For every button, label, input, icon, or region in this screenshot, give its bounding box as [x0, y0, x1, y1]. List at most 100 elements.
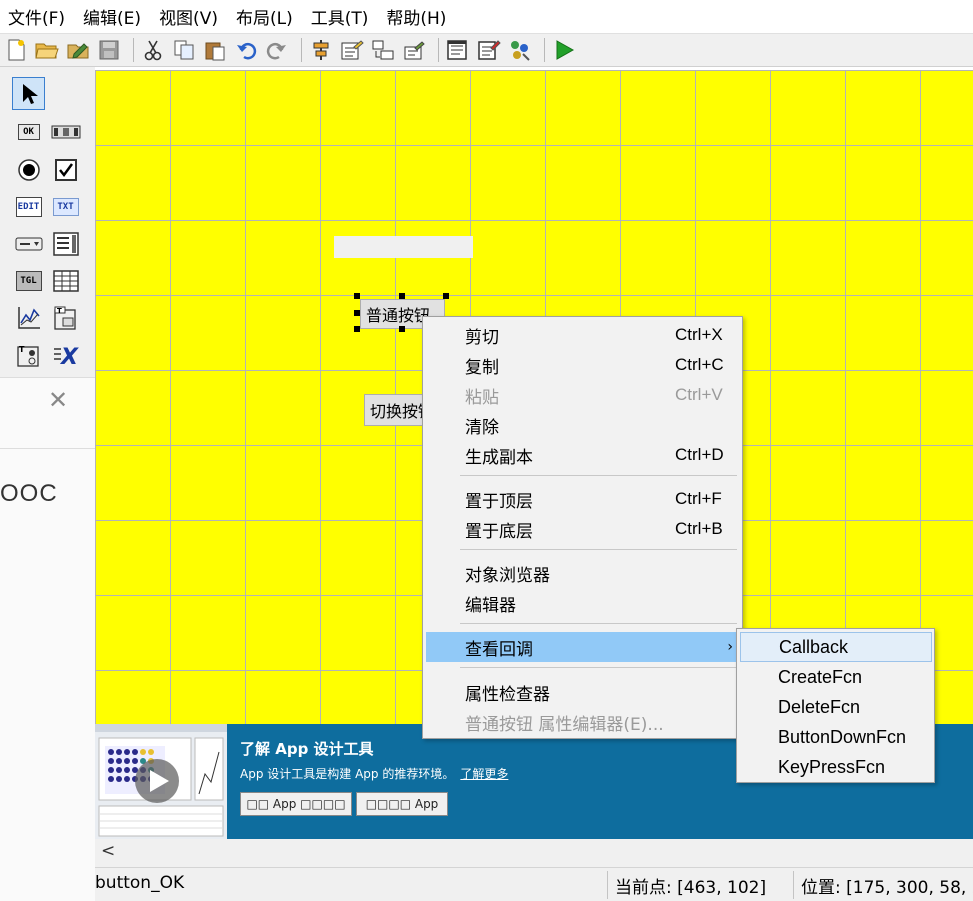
- menu-item-shortcut: Ctrl+C: [675, 355, 724, 374]
- static-text-tool[interactable]: TXT: [49, 190, 82, 223]
- select-arrow-icon[interactable]: [12, 77, 45, 110]
- run-icon[interactable]: [551, 37, 577, 63]
- learn-more-link[interactable]: 了解更多: [460, 767, 508, 781]
- submenu-item-createfcn[interactable]: CreateFcn: [740, 662, 932, 692]
- toolbar-editor-icon[interactable]: [401, 37, 427, 63]
- menu-item-duplicate[interactable]: 生成副本 Ctrl+D: [426, 440, 739, 470]
- align-icon[interactable]: [308, 37, 334, 63]
- menu-layout[interactable]: 布局(L): [236, 4, 293, 29]
- toggle-button-tool[interactable]: TGL: [12, 264, 45, 297]
- button-group-tool-icon[interactable]: T: [12, 338, 45, 371]
- menu-edit[interactable]: 编辑(E): [83, 4, 141, 29]
- selection-handle[interactable]: [443, 293, 449, 299]
- tgl-label: TGL: [15, 270, 42, 291]
- banner-description: App 设计工具是构建 App 的推荐环境。 了解更多: [240, 765, 508, 782]
- menu-item-label: 剪切: [465, 327, 499, 348]
- menu-item-property-inspector[interactable]: 属性检查器: [426, 677, 739, 707]
- submenu-item-buttondownfcn[interactable]: ButtonDownFcn: [740, 722, 932, 752]
- popup-menu-tool-icon[interactable]: [12, 227, 45, 260]
- slider-tool-icon[interactable]: [49, 115, 82, 148]
- selection-handle[interactable]: [354, 326, 360, 332]
- menu-item-shortcut: Ctrl+F: [675, 489, 722, 508]
- panel-text: OOC: [0, 480, 58, 507]
- current-point-field: 当前点: [463, 102]: [615, 878, 767, 898]
- selection-handle[interactable]: [354, 293, 360, 299]
- listbox-tool-icon[interactable]: [49, 227, 82, 260]
- txt-label: TXT: [52, 197, 79, 216]
- menu-item-label: 查看回调: [465, 639, 533, 660]
- copy-icon[interactable]: [171, 37, 197, 63]
- menu-item-copy[interactable]: 复制 Ctrl+C: [426, 350, 739, 380]
- new-file-icon[interactable]: [3, 37, 29, 63]
- edit-icon[interactable]: [65, 37, 91, 63]
- submenu-item-deletefcn[interactable]: DeleteFcn: [740, 692, 932, 722]
- edit-text-tool[interactable]: EDIT: [12, 190, 45, 223]
- menu-item-label: 属性检查器: [465, 684, 550, 705]
- mfile-editor-icon[interactable]: [445, 37, 471, 63]
- menu-separator: [460, 623, 737, 624]
- activex-tool-icon[interactable]: X: [49, 338, 82, 371]
- menu-separator: [460, 549, 737, 550]
- menu-item-editor[interactable]: 编辑器: [426, 588, 739, 618]
- menu-editor-icon[interactable]: [339, 37, 365, 63]
- selection-handle[interactable]: [399, 326, 405, 332]
- cut-icon[interactable]: [140, 37, 166, 63]
- save-icon[interactable]: [96, 37, 122, 63]
- menu-help[interactable]: 帮助(H): [386, 4, 446, 29]
- submenu-item-label: DeleteFcn: [778, 696, 861, 717]
- banner-button-primary[interactable]: □□ App □□□□: [240, 792, 352, 816]
- menu-separator: [460, 475, 737, 476]
- undo-icon[interactable]: [233, 37, 259, 63]
- edit-label: EDIT: [15, 196, 42, 217]
- close-icon[interactable]: ✕: [48, 386, 68, 414]
- menu-item-object-browser[interactable]: 对象浏览器: [426, 558, 739, 588]
- menu-item-property-editor[interactable]: 普通按钮 属性编辑器(E)...: [426, 707, 739, 737]
- object-browser-icon[interactable]: [507, 37, 533, 63]
- menu-item-label: 对象浏览器: [465, 565, 550, 586]
- menu-item-clear[interactable]: 清除: [426, 410, 739, 440]
- panel-divider: [0, 448, 95, 449]
- app-preview-thumbnail[interactable]: [95, 724, 227, 839]
- menu-file[interactable]: 文件(F): [8, 4, 65, 29]
- toolbar-separator: [301, 38, 302, 62]
- submenu-item-callback[interactable]: Callback: [740, 632, 932, 662]
- paste-icon[interactable]: [202, 37, 228, 63]
- property-inspector-icon[interactable]: [476, 37, 502, 63]
- toggle-button-control[interactable]: 切换按钮: [364, 394, 426, 426]
- selection-handle[interactable]: [399, 293, 405, 299]
- radio-button-tool-icon[interactable]: [12, 153, 45, 186]
- menu-bar: 文件(F) 编辑(E) 视图(V) 布局(L) 工具(T) 帮助(H): [0, 0, 973, 33]
- table-tool-icon[interactable]: [49, 264, 82, 297]
- menu-item-label: 置于底层: [465, 521, 533, 542]
- menu-item-shortcut: Ctrl+D: [675, 445, 724, 464]
- selection-handle[interactable]: [354, 310, 360, 316]
- menu-view[interactable]: 视图(V): [159, 4, 218, 29]
- menu-item-send-to-back[interactable]: 置于底层 Ctrl+B: [426, 514, 739, 544]
- push-button-label: 普通按钮: [366, 306, 431, 325]
- horizontal-scrollbar[interactable]: <: [95, 839, 973, 867]
- blank-uicontrol[interactable]: [334, 236, 473, 258]
- banner-button-secondary[interactable]: □□□□ App: [356, 792, 448, 816]
- menu-item-cut[interactable]: 剪切 Ctrl+X: [426, 320, 739, 350]
- open-folder-icon[interactable]: [34, 37, 60, 63]
- banner-description-text: App 设计工具是构建 App 的推荐环境。: [240, 767, 455, 781]
- menu-tools[interactable]: 工具(T): [311, 4, 369, 29]
- checkbox-tool-icon[interactable]: [49, 153, 82, 186]
- menu-item-shortcut: Ctrl+V: [675, 385, 723, 404]
- toolbar-separator: [438, 38, 439, 62]
- axes-tool-icon[interactable]: [12, 301, 45, 334]
- submenu-item-label: KeyPressFcn: [778, 756, 886, 777]
- menu-item-bring-to-front[interactable]: 置于顶层 Ctrl+F: [426, 484, 739, 514]
- tab-order-icon[interactable]: [370, 37, 396, 63]
- menu-item-label: 清除: [465, 417, 499, 438]
- menu-item-view-callbacks[interactable]: 查看回调 ›: [426, 632, 739, 662]
- submenu-item-keypressfcn[interactable]: KeyPressFcn: [740, 752, 932, 782]
- push-button-tool[interactable]: OK: [12, 115, 45, 148]
- status-divider: [793, 871, 794, 899]
- menu-item-paste[interactable]: 粘贴 Ctrl+V: [426, 380, 739, 410]
- svg-text:T: T: [19, 345, 25, 354]
- banner-title: 了解 App 设计工具: [240, 740, 374, 758]
- redo-icon[interactable]: [264, 37, 290, 63]
- scroll-left-icon[interactable]: <: [101, 841, 115, 861]
- panel-tool-icon[interactable]: T: [49, 301, 82, 334]
